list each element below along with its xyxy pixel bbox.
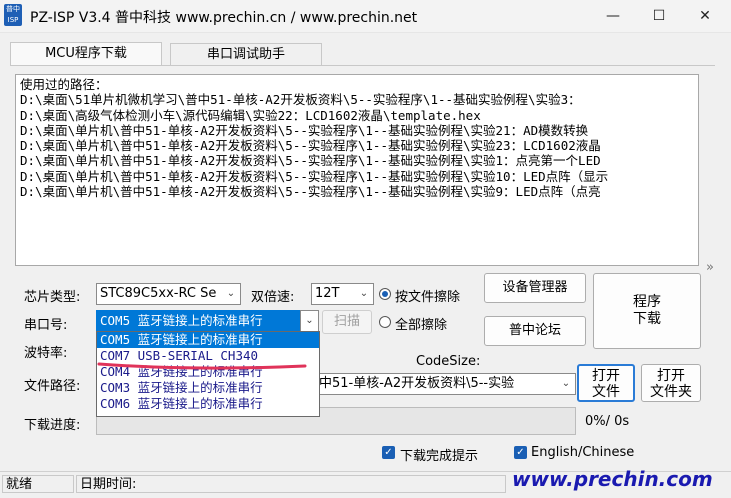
status-ready: 就绪 — [2, 475, 74, 493]
port-value: COM5 蓝牙链接上的标准串行 — [100, 313, 263, 328]
progress-label: 下载进度: — [24, 418, 81, 433]
file-path-value: 中51-单核-A2开发板资料\5--实验 — [319, 376, 515, 391]
expand-arrows-icon[interactable]: » — [706, 260, 714, 275]
program-download-line2: 下载 — [633, 311, 661, 327]
baud-label: 波特率: — [24, 346, 68, 361]
log-line: D:\桌面\单片机\普中51-单核-A2开发板资料\5--实验程序\1--基础实… — [20, 184, 601, 200]
window-title: PZ-ISP V3.4 普中科技 www.prechin.cn / www.pr… — [30, 10, 418, 26]
chip-type-select[interactable]: STC89C5xx-RC Se ⌄ — [96, 283, 241, 305]
download-done-label[interactable]: 下载完成提示 — [400, 445, 478, 464]
close-button[interactable]: ✕ — [682, 0, 728, 32]
log-line: 使用过的路径： — [20, 77, 108, 92]
open-folder-line1: 打开 — [657, 368, 685, 384]
open-file-line2: 文件 — [592, 384, 620, 400]
open-folder-button[interactable]: 打开 文件夹 — [641, 364, 701, 402]
forum-button[interactable]: 普中论坛 — [484, 316, 586, 346]
title-bar: 普中ISP PZ-ISP V3.4 普中科技 www.prechin.cn / … — [0, 0, 731, 33]
port-label: 串口号: — [24, 318, 68, 333]
port-option[interactable]: COM3 蓝牙链接上的标准串行 — [97, 380, 319, 396]
speed-label: 双倍速: — [251, 290, 295, 305]
chip-type-label: 芯片类型: — [24, 290, 81, 305]
log-line: D:\桌面\高级气体检测小车\源代码编辑\实验22：LCD1602液晶\temp… — [20, 107, 481, 123]
progress-text: 0%/ 0s — [585, 414, 630, 429]
log-line: D:\桌面\单片机\普中51-单核-A2开发板资料\5--实验程序\1--基础实… — [20, 138, 601, 154]
port-dropdown-list[interactable]: COM5 蓝牙链接上的标准串行 COM7 USB-SERIAL CH340 CO… — [96, 331, 320, 417]
scan-button[interactable]: 扫描 — [322, 310, 372, 334]
file-path-label: 文件路径: — [24, 379, 81, 394]
chevron-down-icon: ⌄ — [561, 378, 571, 389]
download-done-checkbox[interactable]: ✓ — [382, 446, 395, 459]
status-datetime-label: 日期时间: — [76, 475, 506, 493]
erase-all-label[interactable]: 全部擦除 — [395, 314, 447, 333]
port-dropdown-chevron-icon[interactable]: ⌄ — [300, 310, 319, 332]
tab-divider — [10, 65, 715, 66]
erase-all-radio[interactable] — [379, 316, 391, 328]
port-select[interactable]: COM5 蓝牙链接上的标准串行 — [96, 310, 319, 332]
language-checkbox[interactable]: ✓ — [514, 446, 527, 459]
chip-type-value: STC89C5xx-RC Se — [100, 286, 217, 301]
speed-value: 12T — [315, 286, 340, 301]
minimize-button[interactable]: — — [590, 0, 636, 32]
log-line: D:\桌面\单片机\普中51-单核-A2开发板资料\5--实验程序\1--基础实… — [20, 153, 601, 169]
maximize-button[interactable]: ☐ — [636, 0, 682, 32]
open-folder-line2: 文件夹 — [650, 384, 692, 400]
annotation-stroke — [97, 362, 307, 370]
chevron-down-icon: ⌄ — [226, 288, 236, 299]
device-manager-button[interactable]: 设备管理器 — [484, 273, 586, 303]
port-option[interactable]: COM5 蓝牙链接上的标准串行 — [97, 332, 319, 348]
port-option[interactable]: COM6 蓝牙链接上的标准串行 — [97, 396, 319, 412]
watermark-logo: www.prechin.com — [512, 467, 713, 491]
log-line: D:\桌面\51单片机微机学习\普中51-单核-A2开发板资料\5--实验程序\… — [20, 92, 581, 108]
codesize-label: CodeSize: — [416, 354, 481, 369]
log-line: D:\桌面\单片机\普中51-单核-A2开发板资料\5--实验程序\1--基础实… — [20, 122, 589, 138]
language-label[interactable]: English/Chinese — [531, 445, 634, 460]
chevron-down-icon: ⌄ — [359, 288, 369, 299]
tab-mcu-download[interactable]: MCU程序下载 — [10, 42, 162, 65]
log-line: D:\桌面\单片机\普中51-单核-A2开发板资料\5--实验程序\1--基础实… — [20, 168, 609, 184]
annotation-underline — [97, 362, 307, 370]
app-icon: 普中ISP — [4, 4, 22, 26]
program-download-button[interactable]: 程序 下载 — [593, 273, 701, 349]
erase-by-file-label[interactable]: 按文件擦除 — [395, 286, 460, 305]
open-file-button[interactable]: 打开 文件 — [577, 364, 635, 402]
program-download-line1: 程序 — [633, 294, 661, 310]
path-history-log[interactable]: 使用过的路径： D:\桌面\51单片机微机学习\普中51-单核-A2开发板资料\… — [15, 74, 699, 266]
tab-serial-assistant[interactable]: 串口调试助手 — [170, 43, 322, 66]
open-file-line1: 打开 — [592, 368, 620, 384]
speed-select[interactable]: 12T ⌄ — [311, 283, 374, 305]
erase-by-file-radio[interactable] — [379, 288, 391, 300]
